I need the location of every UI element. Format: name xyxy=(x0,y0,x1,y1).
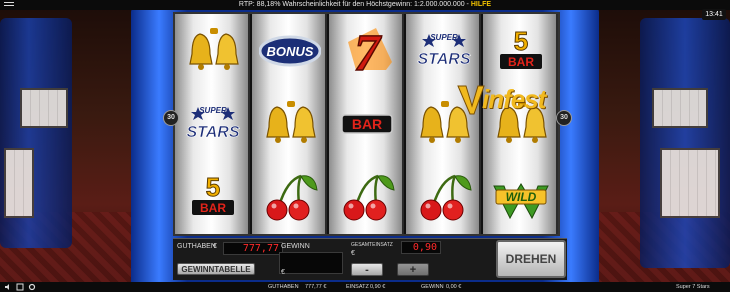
svg-text:STARS: STARS xyxy=(186,124,239,141)
total-bet-value: 0,90 xyxy=(412,242,437,253)
reel-symbol-bar: BAR xyxy=(329,87,404,160)
svg-text:7: 7 xyxy=(354,25,382,82)
game-stage: RTP: 88,18% Wahrscheinlichkeit für den H… xyxy=(0,0,730,292)
payline-count-left: 30 xyxy=(163,110,179,126)
clock: 13:41 xyxy=(702,9,726,20)
reel-1: SUPER STARS 5 BAR xyxy=(175,14,250,234)
bottom-credit-label: GUTHABEN xyxy=(268,284,299,290)
paytable-button[interactable]: GEWINNTABELLE xyxy=(177,263,255,275)
bet-increase-button[interactable]: + xyxy=(397,263,429,276)
settings-icon[interactable] xyxy=(28,283,36,291)
background-machine-screen xyxy=(4,148,34,218)
svg-text:SUPER: SUPER xyxy=(430,33,458,42)
reel-4: SUPER STARS xyxy=(406,14,481,234)
info-bar: RTP: 88,18% Wahrscheinlichkeit für den H… xyxy=(0,0,730,10)
svg-text:SUPER: SUPER xyxy=(199,106,227,115)
credit-label: GUTHABEN xyxy=(177,243,216,250)
svg-text:BONUS: BONUS xyxy=(266,44,313,59)
background-machine-screen xyxy=(20,88,68,128)
svg-text:STARS: STARS xyxy=(417,51,470,68)
svg-text:WILD: WILD xyxy=(505,190,536,204)
background-machine-screen xyxy=(652,88,708,128)
bottom-bet-value: 0,90 € xyxy=(370,284,386,290)
background-machine-screen xyxy=(660,148,720,218)
bottom-credit-value: 777,77 € xyxy=(305,284,327,290)
reel-3: 7 BAR xyxy=(329,14,404,234)
svg-text:BAR: BAR xyxy=(508,55,534,69)
reel-symbol-seven: 7 xyxy=(329,14,404,87)
game-name: Super 7 Stars xyxy=(676,284,710,290)
spin-button[interactable]: DREHEN xyxy=(496,240,566,278)
credit-display: 777,77 xyxy=(223,242,283,255)
total-bet-label: GESAMTEINSATZ xyxy=(351,242,393,248)
reel-symbol-bells xyxy=(175,14,250,87)
reel-5: 5 BAR WILD xyxy=(483,14,558,234)
reel-symbol-super-stars: SUPER STARS xyxy=(406,14,481,87)
win-label: GEWINN xyxy=(281,243,310,250)
total-bet-display: 0,90 xyxy=(401,241,441,254)
bottom-bet-label: EINSATZ xyxy=(346,284,369,290)
svg-text:BAR: BAR xyxy=(200,201,226,215)
reel-symbol-bells xyxy=(252,87,327,160)
reel-symbol-cherries xyxy=(329,160,404,233)
reel-2: BONUS xyxy=(252,14,327,234)
bet-currency: € xyxy=(351,250,355,257)
help-link[interactable]: HILFE xyxy=(471,1,491,8)
rtp-info: RTP: 88,18% Wahrscheinlichkeit für den H… xyxy=(238,1,469,8)
reel-symbol-super-stars: SUPER STARS xyxy=(175,87,250,160)
reel-symbol-wild: WILD xyxy=(483,160,558,233)
reel-symbol-cherries xyxy=(406,160,481,233)
svg-text:BAR: BAR xyxy=(351,116,381,132)
credit-value: 777,77 xyxy=(242,243,279,254)
reel-symbol-5-bar: 5 BAR xyxy=(483,14,558,87)
reel-window: SUPER STARS 5 BAR BONUS 7 BAR SUPER STAR… xyxy=(173,12,560,236)
bet-decrease-button[interactable]: - xyxy=(351,263,383,276)
watermark-text: infest xyxy=(482,84,546,114)
status-bar: GUTHABEN 777,77 € EINSATZ 0,90 € GEWINN … xyxy=(0,282,730,292)
background-slot-machine-right xyxy=(640,18,730,268)
svg-text:5: 5 xyxy=(205,172,219,202)
fullscreen-icon[interactable] xyxy=(16,283,24,291)
background-slot-machine-left xyxy=(0,18,72,248)
win-display xyxy=(279,252,343,274)
bottom-win-value: 0,00 € xyxy=(446,284,462,290)
bottom-win-label: GEWINN xyxy=(421,284,444,290)
svg-text:5: 5 xyxy=(513,26,527,56)
reel-symbol-cherries xyxy=(252,160,327,233)
credit-currency: € xyxy=(213,243,217,250)
reel-symbol-5-bar: 5 BAR xyxy=(175,160,250,233)
reel-symbol-bonus: BONUS xyxy=(252,14,327,87)
win-currency: € xyxy=(281,269,285,276)
menu-icon[interactable] xyxy=(4,1,14,9)
sound-icon[interactable] xyxy=(4,283,12,291)
